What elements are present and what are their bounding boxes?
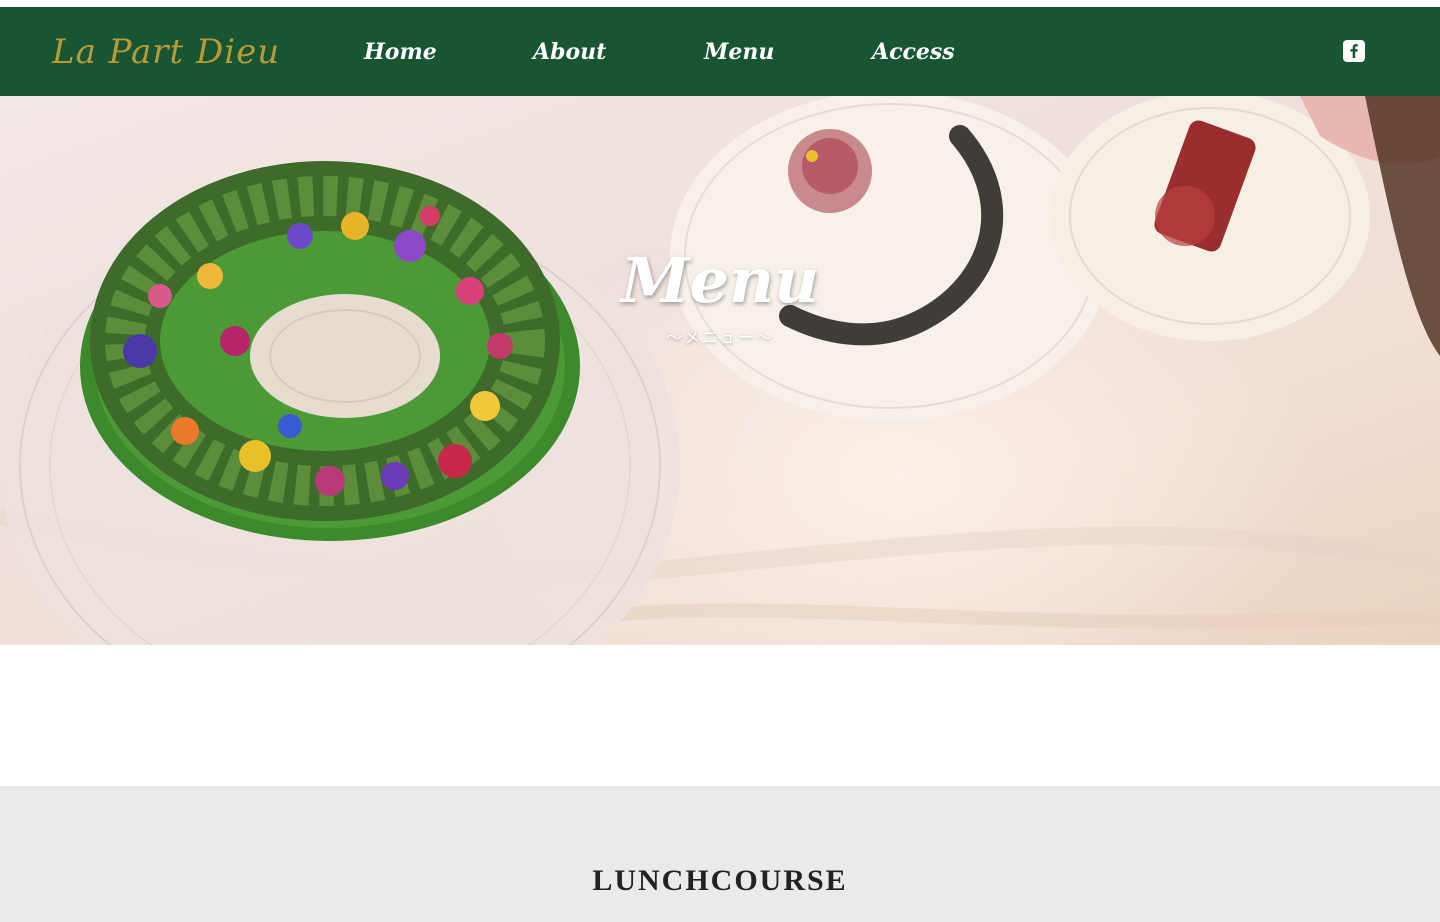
hero-subtitle: 〜メニュー〜 [665, 328, 774, 347]
hero-title: Menu [620, 244, 820, 317]
nav-link-menu[interactable]: Menu [704, 41, 774, 63]
navbar: La Part Dieu Home About Menu Access [0, 7, 1440, 96]
lunch-course-section: LUNCHCOURSE [0, 786, 1440, 922]
brand-logo[interactable]: La Part Dieu [52, 35, 280, 69]
nav-link-access[interactable]: Access [872, 41, 955, 63]
top-strip [0, 0, 1440, 7]
food-photo [0, 96, 1440, 645]
hero-banner: Menu 〜メニュー〜 [0, 96, 1440, 645]
section-title: LUNCHCOURSE [592, 864, 848, 897]
nav-link-about[interactable]: About [533, 41, 606, 63]
spacer [0, 645, 1440, 786]
nav-link-home[interactable]: Home [364, 41, 437, 63]
facebook-icon[interactable] [1343, 40, 1365, 62]
